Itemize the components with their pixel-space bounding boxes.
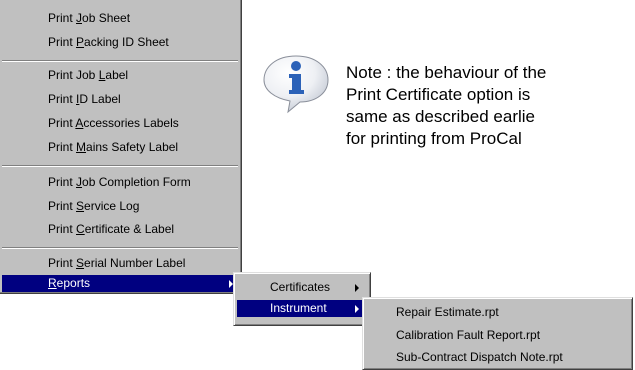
submenu-arrow-icon xyxy=(355,305,359,313)
note-line: same as described earlie xyxy=(346,107,535,126)
menu-item-print-job-label[interactable]: Print Job Label xyxy=(2,67,238,84)
note-line: Print Certificate option is xyxy=(346,85,531,104)
menu-separator xyxy=(2,60,238,62)
note-text: Note : the behaviour of the Print Certif… xyxy=(346,62,546,150)
menu-item-print-mains-safety-label[interactable]: Print Mains Safety Label xyxy=(2,139,238,156)
menu-separator xyxy=(2,165,238,167)
info-icon xyxy=(263,55,329,114)
note-line: Note : the behaviour of the xyxy=(346,63,547,82)
menu-item-reports[interactable]: Reports xyxy=(2,275,238,292)
submenu-item-sub-contract-dispatch-note[interactable]: Sub-Contract Dispatch Note.rpt xyxy=(366,349,629,366)
menu-item-print-id-label[interactable]: Print ID Label xyxy=(2,91,238,108)
submenu-item-repair-estimate[interactable]: Repair Estimate.rpt xyxy=(366,304,629,321)
menu-item-print-job-completion-form[interactable]: Print Job Completion Form xyxy=(2,174,238,191)
menu-item-print-service-log[interactable]: Print Service Log xyxy=(2,198,238,215)
instrument-submenu: Repair Estimate.rpt Calibration Fault Re… xyxy=(362,297,633,370)
context-menu: Print Job Sheet Print Packing ID Sheet P… xyxy=(0,0,242,294)
menu-item-print-serial-number-label[interactable]: Print Serial Number Label xyxy=(2,255,238,272)
menu-item-print-packing-id-sheet[interactable]: Print Packing ID Sheet xyxy=(2,34,238,51)
menu-item-print-accessories-labels[interactable]: Print Accessories Labels xyxy=(2,115,238,132)
menu-item-print-job-sheet[interactable]: Print Job Sheet xyxy=(2,10,238,27)
note-line: for printing from ProCal xyxy=(346,129,522,148)
submenu-item-calibration-fault-report[interactable]: Calibration Fault Report.rpt xyxy=(366,327,629,344)
submenu-item-instrument[interactable]: Instrument xyxy=(237,300,367,317)
submenu-arrow-icon xyxy=(355,284,359,292)
submenu-item-certificates[interactable]: Certificates xyxy=(237,279,367,296)
menu-item-print-certificate-and-label[interactable]: Print Certificate & Label xyxy=(2,221,238,238)
reports-submenu: Certificates Instrument xyxy=(233,272,371,326)
menu-separator xyxy=(2,247,238,249)
